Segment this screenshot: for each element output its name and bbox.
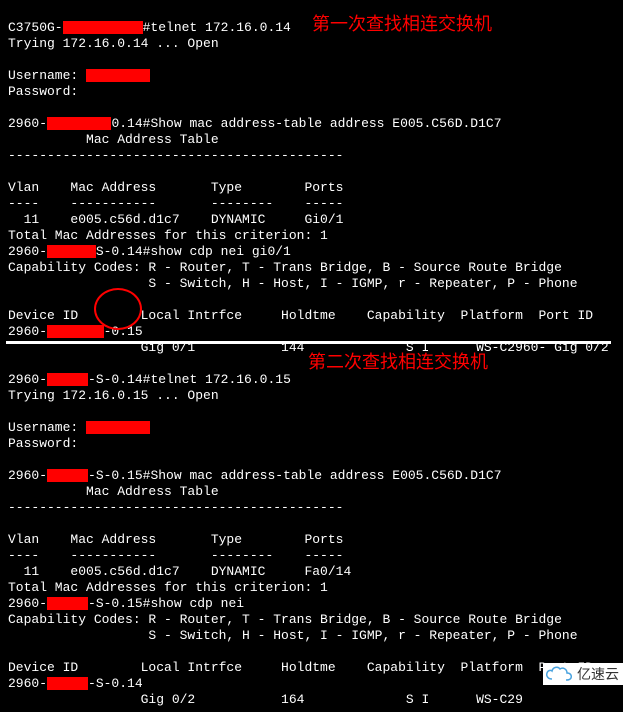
line-mat-row2: 11 e005.c56d.d1c7 DYNAMIC Fa0/14 (8, 564, 351, 579)
line-mat-title: Mac Address Table (8, 132, 219, 147)
line-prompt: C3750G-H3-3F-S-S.#telnet 172.16.0.14 (8, 20, 291, 35)
line-cdp-row2-2: Gig 0/2 164 S I WS-C29 (8, 692, 523, 707)
line-password2: Password: (8, 436, 78, 451)
line-cdp: 2960-H3-3F-S-0.14#show cdp nei gi0/1 (8, 244, 291, 259)
redacted-text: F37131ZZ (86, 421, 150, 434)
line-cdp-row: 2960-H3-3F-S-0.15 (8, 324, 143, 339)
redacted-text: 39713177 (86, 69, 150, 82)
line-capcodes2-2: S - Switch, H - Host, I - IGMP, r - Repe… (8, 628, 578, 643)
line-show-mac2: 2960-H3-3F-S-0.15#Show mac address-table… (8, 468, 502, 483)
redacted-text: H3-3F- (47, 245, 96, 258)
redacted-text: H3-3F (47, 373, 88, 386)
section-divider (6, 341, 611, 344)
line-password: Password: (8, 84, 78, 99)
line-capcodes2: S - Switch, H - Host, I - IGMP, r - Repe… (8, 276, 578, 291)
line-mat-header: Vlan Mac Address Type Ports (8, 180, 343, 195)
line-cdp2: 2960-H3-3F-S-0.15#show cdp nei (8, 596, 244, 611)
line-prompt2: 2960-H3-3F-S-0.14#telnet 172.16.0.15 (8, 372, 291, 387)
redacted-text: H3-3F-S-S. (63, 21, 143, 34)
line-mat-dash2: ----------------------------------------… (8, 500, 343, 515)
line-capcodes1-2: Capability Codes: R - Router, T - Trans … (8, 612, 562, 627)
redacted-text: H3-3F-S (47, 325, 104, 338)
line-trying: Trying 172.16.0.14 ... Open (8, 36, 219, 51)
line-mat-dash: ----------------------------------------… (8, 148, 343, 163)
line-show-mac: 2960-H3-3F-S-0.14#Show mac address-table… (8, 116, 502, 131)
redacted-text: H3-3F-S- (47, 117, 111, 130)
line-cdp-header2: Device ID Local Intrfce Holdtme Capabili… (8, 660, 593, 675)
redacted-text: H3-3F (47, 677, 88, 690)
line-mat-title2: Mac Address Table (8, 484, 219, 499)
line-cdp-header: Device ID Local Intrfce Holdtme Capabili… (8, 308, 593, 323)
line-mat-row: 11 e005.c56d.d1c7 DYNAMIC Gi0/1 (8, 212, 343, 227)
line-mat-total2: Total Mac Addresses for this criterion: … (8, 580, 328, 595)
line-mat-header-2: Vlan Mac Address Type Ports (8, 532, 343, 547)
line-username: Username: 39713177 (8, 68, 150, 83)
watermark: 亿速云 (543, 663, 623, 685)
line-capcodes1: Capability Codes: R - Router, T - Trans … (8, 260, 562, 275)
line-trying2: Trying 172.16.0.15 ... Open (8, 388, 219, 403)
line-mat-header2-2: ---- ----------- -------- ----- (8, 548, 343, 563)
line-username2: Username: F37131ZZ (8, 420, 150, 435)
annotation-first-lookup: 第一次查找相连交换机 (312, 14, 492, 34)
annotation-second-lookup: 第二次查找相连交换机 (308, 352, 488, 372)
cloud-icon (545, 665, 573, 683)
redacted-text: H3-3F (47, 597, 88, 610)
line-mat-header2: ---- ----------- -------- ----- (8, 196, 343, 211)
line-cdp-row-2: 2960-H3-3F-S-0.14 (8, 676, 143, 691)
line-mat-total: Total Mac Addresses for this criterion: … (8, 228, 328, 243)
redacted-text: H3-3F (47, 469, 88, 482)
watermark-text: 亿速云 (577, 666, 619, 682)
